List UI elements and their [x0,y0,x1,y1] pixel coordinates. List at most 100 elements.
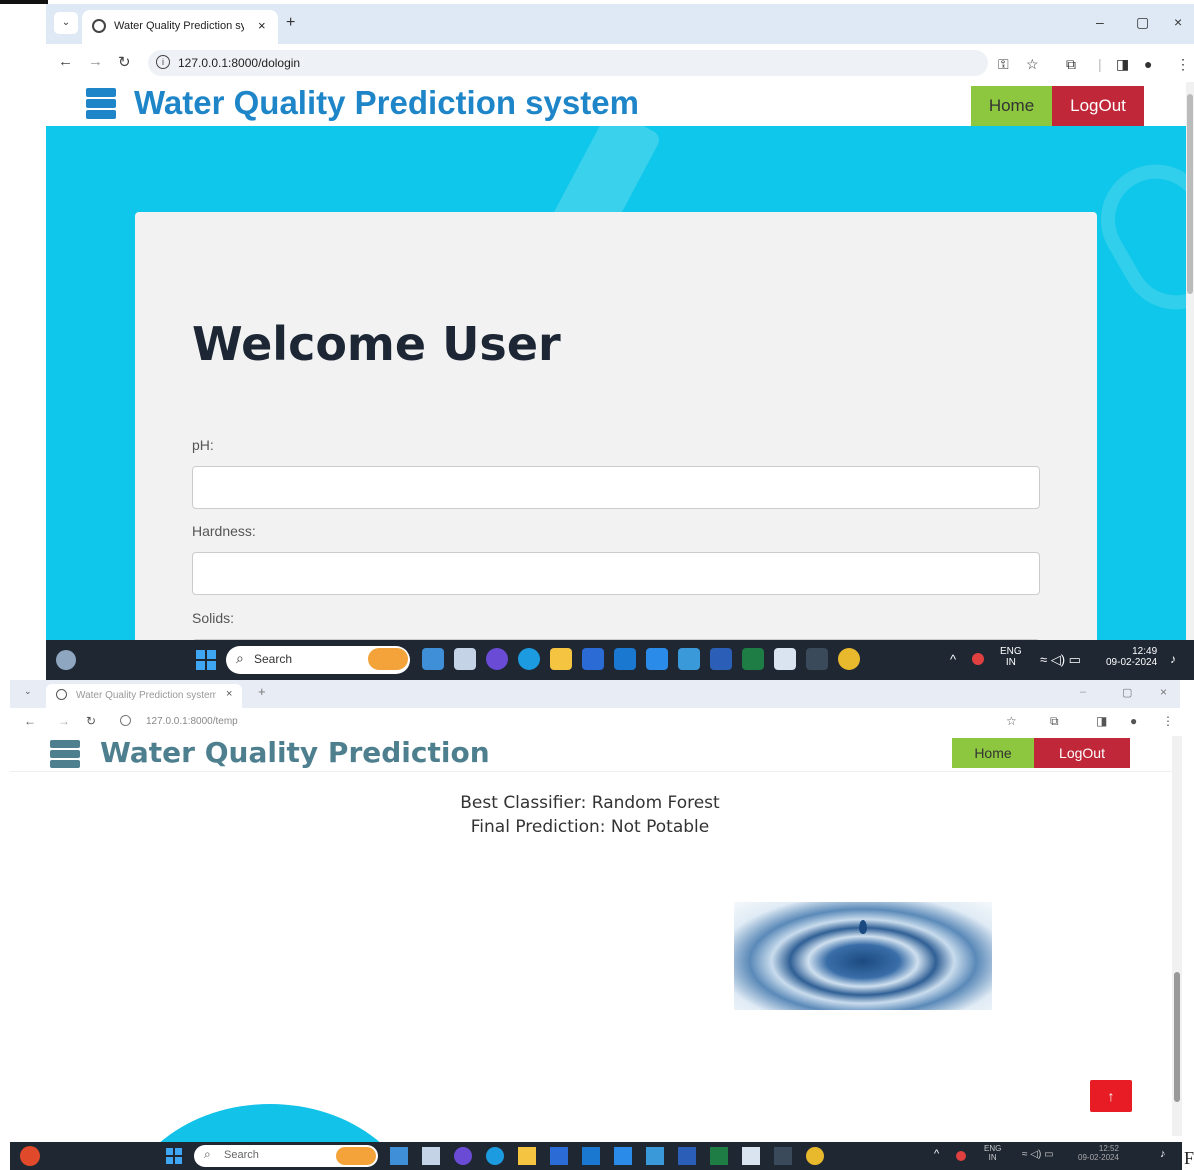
language-indicator[interactable]: ENG IN [984,1144,1001,1162]
teams-icon[interactable] [486,648,508,670]
edge-icon[interactable] [486,1147,504,1165]
weather-widget-icon[interactable] [20,1146,40,1166]
browser-window-login: ⌄ Water Quality Prediction system × + – … [46,4,1194,680]
mail-icon[interactable] [582,1147,600,1165]
side-panel-icon[interactable]: ◨ [1096,714,1107,728]
site-info-icon[interactable] [120,715,131,726]
hardness-input[interactable] [192,552,1040,595]
new-tab-button[interactable]: + [286,14,295,32]
mail-icon[interactable] [614,648,636,670]
wifi-volume-battery-icon[interactable]: ≈ ◁) ▭ [1022,1149,1054,1160]
clock-date: 09-02-2024 [1078,1153,1119,1162]
restore-button[interactable]: ▢ [1136,14,1149,31]
dropbox-icon[interactable] [646,648,668,670]
tab-close-button[interactable]: × [258,18,266,33]
pizza-widget-icon[interactable] [368,648,408,670]
menu-dots-icon[interactable]: ⋮ [1176,56,1190,73]
windows-start-icon[interactable] [166,1148,182,1164]
extensions-icon[interactable]: ⧉ [1066,56,1076,73]
window-close-button[interactable]: × [1160,685,1167,699]
weather-widget-icon[interactable] [56,650,76,670]
page-scrollbar[interactable] [1186,82,1194,640]
forward-arrow-icon[interactable]: → [58,714,70,728]
site-info-icon[interactable]: i [156,55,170,69]
logout-button[interactable]: LogOut [1052,86,1144,126]
tray-app-icon[interactable] [956,1151,966,1161]
window-close-button[interactable]: × [1174,14,1182,30]
home-button[interactable]: Home [952,738,1034,768]
browser-tab[interactable]: Water Quality Prediction system × [82,10,278,44]
dropbox-icon[interactable] [614,1147,632,1165]
top-edge-line [0,0,48,4]
wifi-volume-battery-icon[interactable]: ≈ ◁) ▭ [1040,652,1081,668]
extensions-icon[interactable]: ⧉ [1050,714,1059,729]
app-icon[interactable] [390,1147,408,1165]
page-scrollbar[interactable] [1172,736,1182,1136]
key-icon[interactable]: ⚿ [998,56,1009,73]
file-explorer-icon[interactable] [550,648,572,670]
menu-dots-icon[interactable]: ⋮ [1162,714,1174,728]
store-icon[interactable] [582,648,604,670]
profile-avatar-icon[interactable]: ● [1130,714,1137,728]
clock[interactable]: 12:52 09-02-2024 [1078,1144,1119,1162]
site-brand[interactable]: Water Quality Prediction [100,736,490,769]
app-icon[interactable] [422,648,444,670]
chrome-icon[interactable] [838,648,860,670]
pycharm-icon[interactable] [742,1147,760,1165]
globe-icon [92,19,106,33]
language-indicator[interactable]: ENG IN [1000,646,1022,668]
task-view-icon[interactable] [454,648,476,670]
tab-search-dropdown[interactable]: ⌄ [54,12,78,34]
word-icon[interactable] [710,648,732,670]
logout-button[interactable]: LogOut [1034,738,1130,768]
tray-chevron-icon[interactable]: ^ [934,1148,939,1160]
address-url[interactable]: 127.0.0.1:8000/temp [146,716,238,727]
reload-icon[interactable]: ↻ [86,714,96,728]
tab-close-button[interactable]: × [226,688,232,700]
ph-input[interactable] [192,466,1040,509]
mysql-icon[interactable] [646,1147,664,1165]
tray-app-icon[interactable] [972,653,984,665]
forward-arrow-icon[interactable]: → [88,53,103,70]
minimize-button[interactable]: – [1080,686,1086,698]
search-icon: ⌕ [204,1147,211,1161]
terminal-icon[interactable] [774,1147,792,1165]
scroll-to-top-button[interactable]: ↑ [1090,1080,1132,1112]
browser-tab[interactable]: Water Quality Prediction system × [46,684,242,708]
excel-icon[interactable] [710,1147,728,1165]
store-icon[interactable] [550,1147,568,1165]
task-view-icon[interactable] [422,1147,440,1165]
restore-button[interactable]: ▢ [1122,686,1132,699]
side-panel-icon[interactable]: ◨ [1116,56,1129,73]
tab-search-dropdown[interactable]: ⌄ [24,686,32,697]
mysql-icon[interactable] [678,648,700,670]
bookmark-star-icon[interactable]: ☆ [1026,56,1039,73]
profile-avatar-icon[interactable]: ● [1144,56,1152,72]
reload-icon[interactable]: ↻ [118,53,131,71]
terminal-icon[interactable] [806,648,828,670]
pizza-widget-icon[interactable] [336,1147,376,1165]
edge-icon[interactable] [518,648,540,670]
minimize-button[interactable]: – [1096,14,1104,30]
clock[interactable]: 12:49 09-02-2024 [1106,646,1157,668]
address-bar[interactable]: i 127.0.0.1:8000/dologin [148,50,988,76]
word-icon[interactable] [678,1147,696,1165]
back-arrow-icon[interactable]: ← [24,714,36,728]
notification-bell-icon[interactable]: ♪ [1160,1148,1166,1160]
home-button[interactable]: Home [971,86,1052,126]
scrollbar-thumb[interactable] [1174,972,1180,1102]
file-explorer-icon[interactable] [518,1147,536,1165]
notification-bell-icon[interactable]: ♪ [1170,652,1176,666]
bookmark-star-icon[interactable]: ☆ [1006,714,1017,728]
scrollbar-thumb[interactable] [1187,94,1193,294]
chrome-icon[interactable] [806,1147,824,1165]
site-brand[interactable]: Water Quality Prediction system [134,84,639,122]
address-toolbar: ← → ↻ 127.0.0.1:8000/temp ☆ ⧉ ◨ ● ⋮ [10,708,1180,736]
windows-start-icon[interactable] [196,650,216,670]
back-arrow-icon[interactable]: ← [58,53,73,70]
teams-icon[interactable] [454,1147,472,1165]
pycharm-icon[interactable] [774,648,796,670]
excel-icon[interactable] [742,648,764,670]
tray-chevron-icon[interactable]: ^ [950,652,956,667]
new-tab-button[interactable]: + [258,684,266,699]
